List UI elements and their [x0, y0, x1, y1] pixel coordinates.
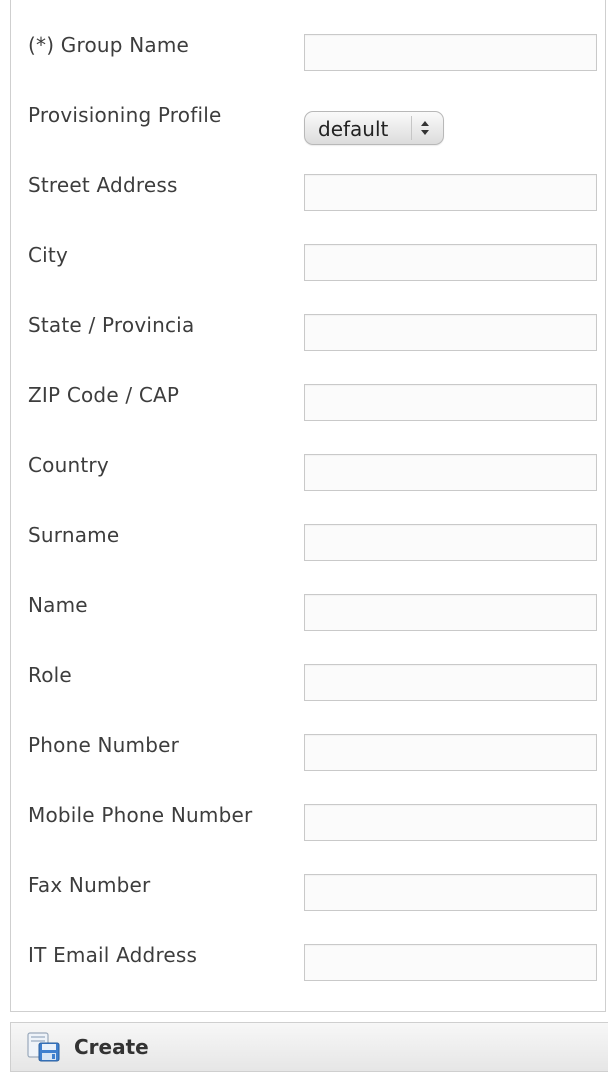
it-email-address-label: IT Email Address	[28, 943, 198, 967]
form-row-provisioning-profile: Provisioning Profile default	[11, 89, 607, 159]
country-label: Country	[28, 453, 109, 477]
surname-input[interactable]	[304, 524, 597, 561]
form-row-zip-code: ZIP Code / CAP	[11, 369, 607, 439]
city-input[interactable]	[304, 244, 597, 281]
mobile-phone-number-input[interactable]	[304, 804, 597, 841]
it-email-address-input[interactable]	[304, 944, 597, 981]
create-button[interactable]: Create	[27, 1031, 149, 1063]
fax-number-input[interactable]	[304, 874, 597, 911]
form-row-country: Country	[11, 439, 607, 509]
form-row-role: Role	[11, 649, 607, 719]
provisioning-profile-label: Provisioning Profile	[28, 103, 222, 127]
form-row-phone-number: Phone Number	[11, 719, 607, 789]
street-address-input[interactable]	[304, 174, 597, 211]
form-footer-toolbar: Create	[10, 1022, 608, 1072]
street-address-label: Street Address	[28, 173, 178, 197]
country-input[interactable]	[304, 454, 597, 491]
group-name-input[interactable]	[304, 34, 597, 71]
name-label: Name	[28, 593, 88, 617]
provisioning-profile-selected-value: default	[318, 117, 389, 141]
form-row-group-name: (*) Group Name	[11, 19, 607, 89]
role-label: Role	[28, 663, 72, 687]
surname-label: Surname	[28, 523, 120, 547]
zip-code-label: ZIP Code / CAP	[28, 383, 180, 407]
form-row-surname: Surname	[11, 509, 607, 579]
fax-number-label: Fax Number	[28, 873, 151, 897]
phone-number-label: Phone Number	[28, 733, 180, 757]
state-input[interactable]	[304, 314, 597, 351]
name-input[interactable]	[304, 594, 597, 631]
group-form-panel: (*) Group Name Provisioning Profile defa…	[10, 0, 606, 1012]
form-row-street-address: Street Address	[11, 159, 607, 229]
zip-code-input[interactable]	[304, 384, 597, 421]
group-name-label: (*) Group Name	[28, 33, 190, 57]
phone-number-input[interactable]	[304, 734, 597, 771]
form-row-it-email-address: IT Email Address	[11, 929, 607, 999]
state-label: State / Provincia	[28, 313, 195, 337]
mobile-phone-number-label: Mobile Phone Number	[28, 803, 253, 827]
select-updown-arrows-icon	[421, 121, 429, 135]
create-button-label: Create	[74, 1035, 149, 1059]
role-input[interactable]	[304, 664, 597, 701]
form-row-city: City	[11, 229, 607, 299]
city-label: City	[28, 243, 68, 267]
select-divider	[411, 116, 412, 140]
form-row-mobile-phone-number: Mobile Phone Number	[11, 789, 607, 859]
form-row-name: Name	[11, 579, 607, 649]
save-form-icon	[27, 1032, 60, 1062]
form-row-state: State / Provincia	[11, 299, 607, 369]
form-row-fax-number: Fax Number	[11, 859, 607, 929]
provisioning-profile-select[interactable]: default	[304, 111, 444, 145]
